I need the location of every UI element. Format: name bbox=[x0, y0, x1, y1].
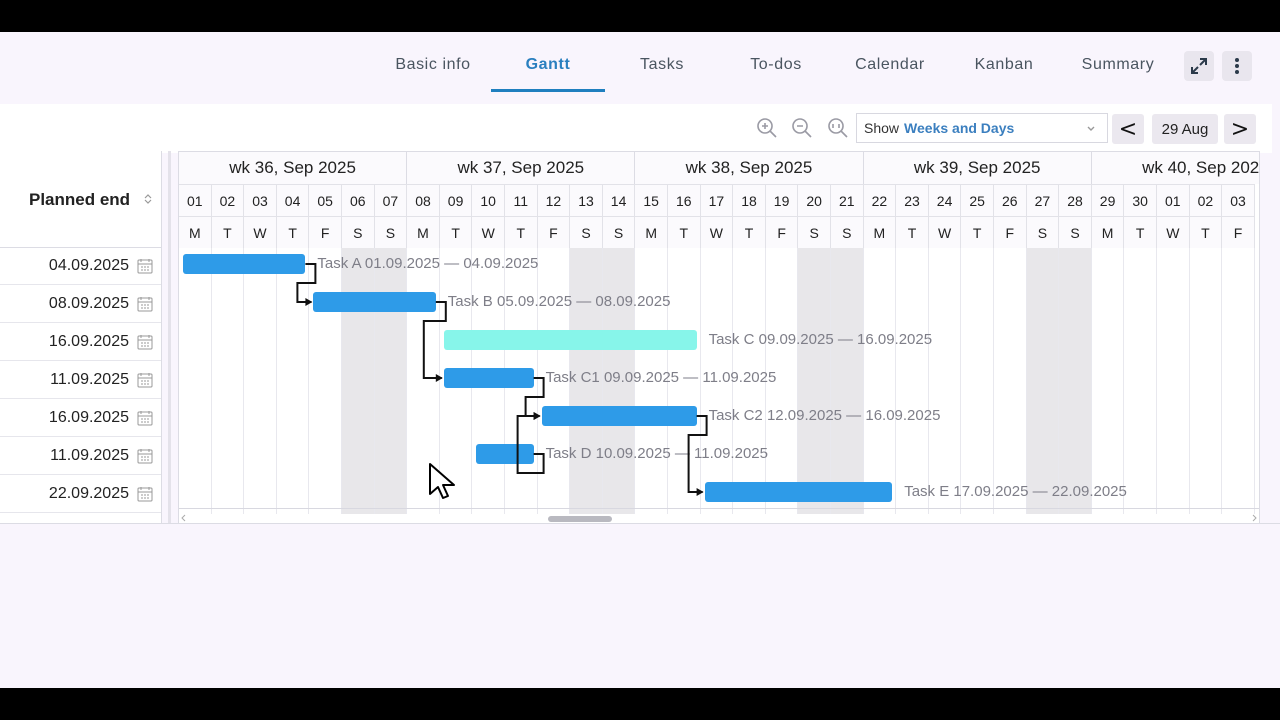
planned-end-value: 08.09.2025 bbox=[48, 295, 129, 312]
planned-end-value: 22.09.2025 bbox=[48, 485, 129, 502]
table-row[interactable]: 04.09.2025 bbox=[0, 247, 161, 285]
more-icon bbox=[1235, 58, 1239, 74]
calendar-icon[interactable] bbox=[137, 410, 153, 431]
planned-end-value: 16.09.2025 bbox=[48, 333, 129, 350]
calendar-icon[interactable] bbox=[137, 258, 153, 279]
next-period-button[interactable]: > bbox=[1224, 114, 1256, 144]
mouse-cursor-icon bbox=[429, 463, 455, 499]
zoom-in-icon[interactable] bbox=[755, 116, 779, 140]
table-row[interactable]: 11.09.2025 bbox=[0, 361, 161, 399]
scroll-right-icon[interactable] bbox=[1250, 514, 1258, 522]
scroll-left-icon[interactable] bbox=[180, 514, 188, 522]
planned-end-value: 16.09.2025 bbox=[48, 409, 129, 426]
tab-calendar[interactable]: Calendar bbox=[845, 56, 935, 76]
dependency-arrowhead bbox=[435, 374, 443, 382]
task-grid: Planned end 04.09.2025 08.09.2025 16.09.20… bbox=[0, 151, 162, 524]
table-row[interactable]: 16.09.2025 bbox=[0, 323, 161, 361]
project-app: Basic info Gantt Tasks To-dos Calendar K… bbox=[0, 32, 1280, 688]
tab-summary[interactable]: Summary bbox=[1070, 56, 1166, 76]
expand-button[interactable] bbox=[1184, 51, 1214, 81]
calendar-icon[interactable] bbox=[137, 334, 153, 355]
gantt-chart: wk 36, Sep 2025 wk 37, Sep 2025 wk 38, Sep… bbox=[178, 151, 1260, 524]
table-row[interactable]: 16.09.2025 bbox=[0, 399, 161, 437]
timescale-select[interactable]: Show Weeks and Days bbox=[856, 113, 1108, 143]
dependency-arrowhead bbox=[696, 488, 704, 496]
planned-end-value: 04.09.2025 bbox=[48, 257, 129, 274]
dependency-arrows bbox=[296, 263, 708, 496]
expand-icon bbox=[1191, 58, 1207, 74]
tab-basic-info[interactable]: Basic info bbox=[384, 56, 482, 76]
timescale-value: Weeks and Days bbox=[904, 120, 1015, 136]
table-row[interactable]: 11.09.2025 bbox=[0, 437, 161, 475]
calendar-icon[interactable] bbox=[137, 486, 153, 507]
dependency-arrowhead bbox=[305, 298, 313, 306]
calendar-icon[interactable] bbox=[137, 448, 153, 469]
dependency-line bbox=[296, 263, 317, 303]
tab-kanban[interactable]: Kanban bbox=[960, 56, 1048, 76]
planned-end-header[interactable]: Planned end bbox=[29, 190, 130, 210]
horizontal-scrollbar[interactable] bbox=[178, 513, 1260, 523]
grid-header: Planned end bbox=[0, 151, 161, 248]
more-options-button[interactable] bbox=[1222, 51, 1252, 81]
scrollbar-thumb[interactable] bbox=[548, 516, 612, 522]
active-tab-indicator bbox=[491, 89, 605, 92]
dependency-line bbox=[687, 415, 708, 493]
tab-gantt[interactable]: Gantt bbox=[491, 56, 605, 76]
calendar-icon[interactable] bbox=[137, 372, 153, 393]
table-row[interactable]: 08.09.2025 bbox=[0, 285, 161, 323]
zoom-fit-icon[interactable] bbox=[826, 116, 850, 140]
prev-period-button[interactable]: < bbox=[1112, 114, 1144, 144]
planned-end-value: 11.09.2025 bbox=[50, 371, 129, 388]
divider bbox=[0, 523, 1280, 524]
sort-icon[interactable] bbox=[144, 193, 152, 205]
panel-splitter[interactable] bbox=[168, 151, 171, 524]
current-date-button[interactable]: 29 Aug bbox=[1152, 114, 1218, 144]
chevron-down-icon bbox=[1087, 126, 1095, 131]
dependency-arrowhead bbox=[533, 412, 541, 420]
tab-tasks[interactable]: Tasks bbox=[618, 56, 706, 76]
calendar-icon[interactable] bbox=[137, 296, 153, 317]
table-row[interactable]: 22.09.2025 bbox=[0, 475, 161, 513]
dependency-line bbox=[524, 377, 545, 417]
timescale-prefix: Show bbox=[864, 120, 900, 136]
tab-bar: Basic info Gantt Tasks To-dos Calendar K… bbox=[0, 32, 1280, 102]
planned-end-value: 11.09.2025 bbox=[50, 447, 129, 464]
dependency-line bbox=[516, 415, 545, 474]
tab-to-dos[interactable]: To-dos bbox=[732, 56, 820, 76]
zoom-out-icon[interactable] bbox=[790, 116, 814, 140]
dependency-line bbox=[422, 301, 447, 379]
